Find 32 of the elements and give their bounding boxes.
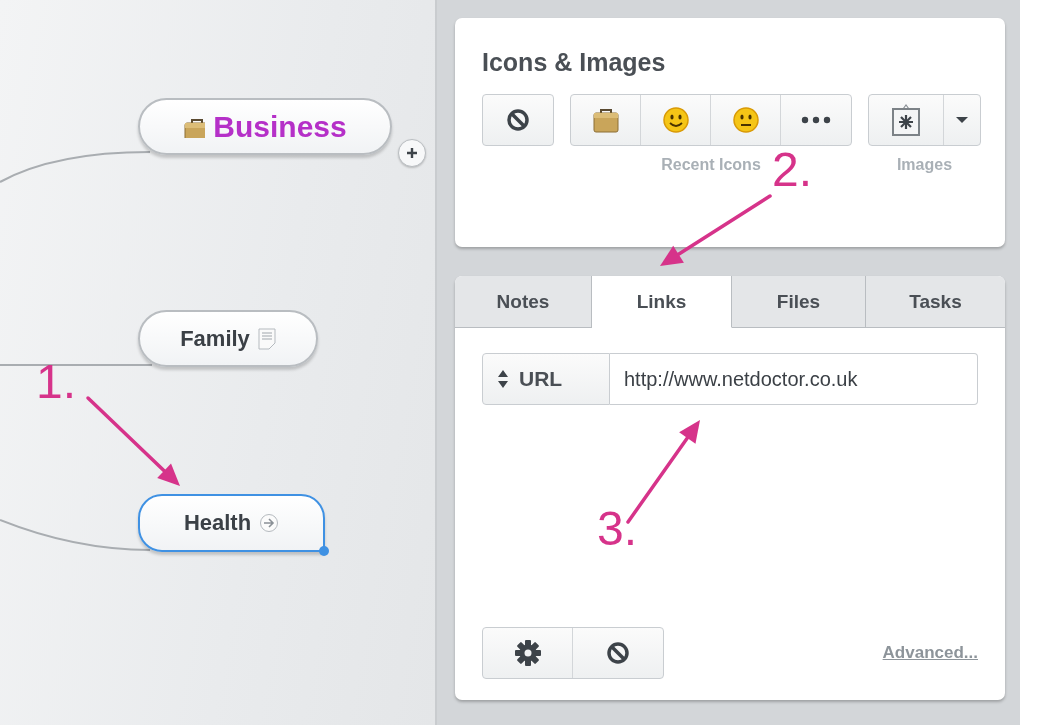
images-label: Images	[896, 156, 953, 174]
smiley-icon	[661, 106, 690, 134]
panel-title: Icons & Images	[482, 47, 667, 78]
tab[interactable]: Links	[592, 276, 732, 328]
annotation-number: 2.	[772, 146, 813, 194]
annotation-number: 1.	[36, 358, 77, 406]
briefcase-icon	[591, 106, 620, 134]
note-icon	[257, 327, 276, 350]
annotation-number: 3.	[597, 505, 638, 553]
image-icon	[891, 103, 921, 137]
more-icon	[801, 116, 831, 124]
resize-handle[interactable]	[319, 546, 329, 556]
tab[interactable]: Tasks	[866, 276, 1005, 328]
url-field[interactable]: http://www.netdoctor.co.uk	[610, 353, 978, 405]
node-label: Business	[213, 111, 347, 142]
arrow-circle-icon	[259, 513, 280, 533]
tab[interactable]: Notes	[455, 276, 592, 328]
mind-map-node[interactable]: Family	[138, 310, 318, 367]
node-label: Family	[180, 327, 250, 350]
neutral-face-icon	[731, 106, 760, 134]
caret-icon	[955, 116, 969, 124]
tab[interactable]: Files	[732, 276, 866, 328]
recent-icons-label: Recent Icons	[661, 156, 761, 174]
node-label: Health	[183, 512, 252, 534]
link-type-dropdown[interactable]: URL	[482, 353, 610, 405]
expand-button[interactable]	[398, 139, 426, 167]
up-down-icon	[497, 369, 509, 389]
ban-icon	[606, 641, 630, 665]
ban-icon	[506, 108, 530, 132]
settings-icon	[514, 640, 541, 666]
plus-icon	[406, 147, 418, 159]
mind-map-node[interactable]: Business	[138, 98, 392, 155]
